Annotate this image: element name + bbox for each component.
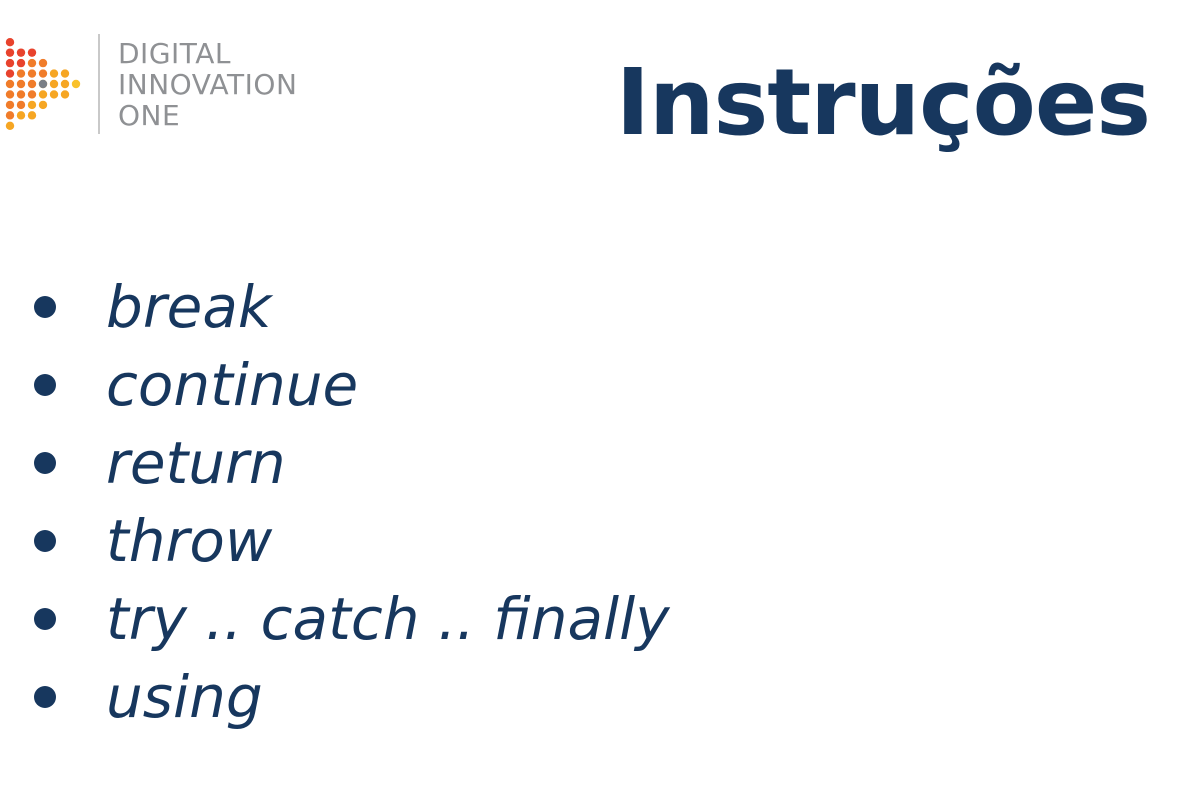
logo-divider	[98, 34, 100, 134]
play-triangle-dots-icon	[5, 38, 81, 130]
logo-dot	[27, 100, 37, 110]
slide-title: Instruções	[615, 49, 1151, 156]
list-item: try .. catch .. finally	[30, 580, 670, 658]
logo-dot	[27, 69, 37, 78]
list-item-text: return	[106, 429, 286, 497]
logo-dot	[27, 90, 37, 99]
logo-dot	[38, 69, 48, 78]
logo-line-2: INNOVATION	[118, 68, 298, 101]
logo-dot	[27, 48, 37, 57]
logo-center-dot	[38, 79, 48, 89]
logo-line-1: DIGITAL	[118, 37, 231, 70]
logo-dot	[16, 90, 26, 99]
bullet-dot-icon	[34, 608, 56, 630]
logo-dot	[5, 58, 15, 68]
logo-dot	[49, 79, 59, 89]
bullet-dot-icon	[34, 374, 56, 396]
logo-dot	[5, 38, 15, 47]
list-item-text: using	[106, 663, 263, 731]
list-item: using	[30, 658, 670, 736]
bullet-dot-icon	[34, 296, 56, 318]
bullet-dot-icon	[34, 686, 56, 708]
bullet-dot-icon	[34, 530, 56, 552]
logo-dot	[5, 121, 15, 130]
logo-wordmark: DIGITAL INNOVATION ONE	[118, 38, 297, 131]
list-item-text: break	[106, 273, 272, 341]
logo-dot	[5, 48, 15, 57]
logo-dot	[49, 90, 59, 99]
logo-line-3: ONE	[118, 99, 181, 132]
logo-dot	[16, 111, 26, 120]
bullet-dot-icon	[34, 452, 56, 474]
list-item: continue	[30, 346, 670, 424]
list-item-text: try .. catch .. finally	[106, 585, 670, 653]
logo-dot	[38, 58, 48, 68]
logo-dot	[16, 100, 26, 110]
brand-logo: DIGITAL INNOVATION ONE	[4, 34, 334, 138]
logo-dot	[27, 111, 37, 120]
logo-dot	[27, 79, 37, 89]
logo-dot	[5, 69, 15, 78]
list-item-text: throw	[106, 507, 273, 575]
logo-dot	[38, 100, 48, 110]
logo-dot	[16, 58, 26, 68]
logo-dot	[49, 69, 59, 78]
logo-dot	[5, 90, 15, 99]
logo-dot	[5, 100, 15, 110]
logo-dot	[71, 79, 81, 89]
logo-dot	[60, 79, 70, 89]
list-item: throw	[30, 502, 670, 580]
logo-dot	[5, 79, 15, 89]
logo-dot	[38, 90, 48, 99]
logo-dot	[16, 69, 26, 78]
logo-dot	[27, 58, 37, 68]
logo-dot	[16, 48, 26, 57]
logo-dot	[16, 79, 26, 89]
list-item: return	[30, 424, 670, 502]
logo-dot	[60, 90, 70, 99]
list-item-text: continue	[106, 351, 359, 419]
logo-dot	[5, 111, 15, 120]
list-item: break	[30, 268, 670, 346]
logo-dot	[60, 69, 70, 78]
bullet-list: break continue return throw try .. catch…	[30, 268, 670, 736]
